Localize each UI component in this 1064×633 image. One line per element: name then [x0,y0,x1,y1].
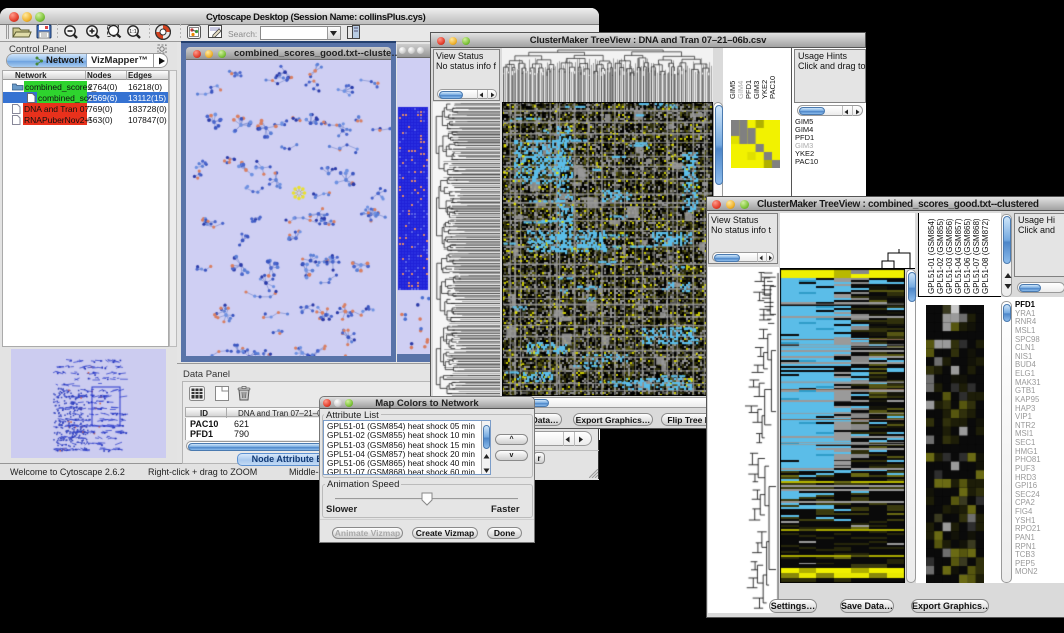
svg-text:1:1: 1:1 [129,29,137,35]
